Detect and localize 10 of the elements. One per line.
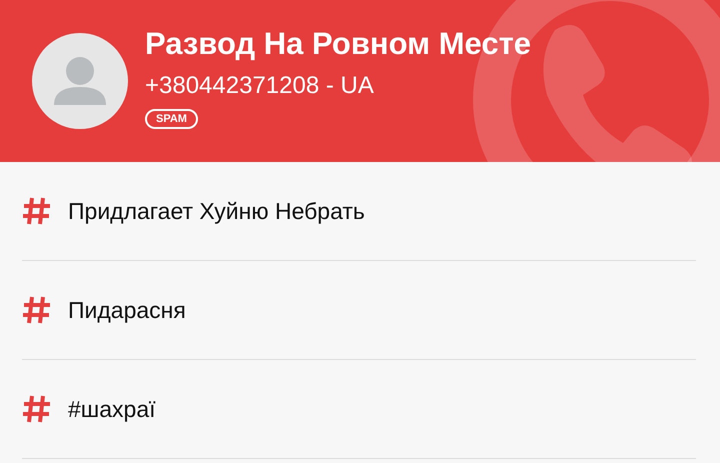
hashtag-icon <box>22 196 52 226</box>
hashtag-icon <box>22 295 52 325</box>
hashtag-icon <box>22 394 52 424</box>
tag-label[interactable]: Придлагает Хуйню Небрать <box>68 198 365 224</box>
phone-number: +380442371208 - UA <box>145 71 374 101</box>
tag-label[interactable]: Пидарасня <box>68 296 186 324</box>
avatar-icon <box>32 33 128 129</box>
caller-name: Развод На Ровном Месте <box>145 25 532 63</box>
tag-label[interactable]: #шахраї <box>68 396 156 422</box>
spam-badge: SPAM <box>145 109 198 129</box>
